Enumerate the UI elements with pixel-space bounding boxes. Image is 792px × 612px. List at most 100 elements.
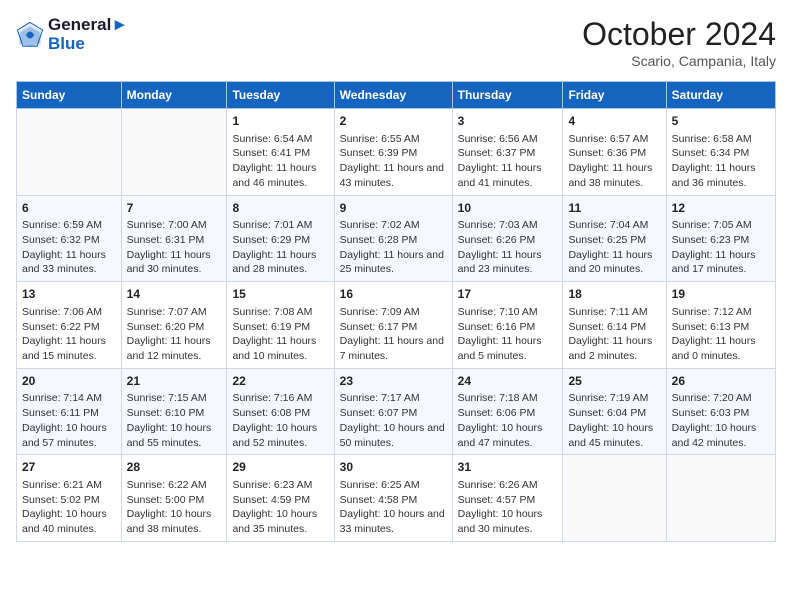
calendar-day-cell: 11Sunrise: 7:04 AM Sunset: 6:25 PM Dayli… <box>563 195 666 282</box>
day-number: 20 <box>22 373 116 390</box>
day-info: Sunrise: 6:54 AM Sunset: 6:41 PM Dayligh… <box>232 132 328 191</box>
day-number: 31 <box>458 459 558 476</box>
day-info: Sunrise: 6:56 AM Sunset: 6:37 PM Dayligh… <box>458 132 558 191</box>
calendar-day-cell: 23Sunrise: 7:17 AM Sunset: 6:07 PM Dayli… <box>334 368 452 455</box>
calendar-day-cell: 29 Sunrise: 6:23 AM Sunset: 4:59 PM Dayli… <box>227 455 334 542</box>
calendar-day-cell <box>563 455 666 542</box>
day-info: Sunrise: 7:20 AM Sunset: 6:03 PM Dayligh… <box>672 391 770 450</box>
calendar-day-cell: 10Sunrise: 7:03 AM Sunset: 6:26 PM Dayli… <box>452 195 563 282</box>
day-info: Sunrise: 6:25 AM Sunset: 4:58 PM Dayligh… <box>340 478 447 537</box>
weekday-header: Sunday <box>17 82 122 109</box>
calendar-day-cell <box>666 455 775 542</box>
calendar-week-row: 6Sunrise: 6:59 AM Sunset: 6:32 PM Daylig… <box>17 195 776 282</box>
calendar-day-cell: 15Sunrise: 7:08 AM Sunset: 6:19 PM Dayli… <box>227 282 334 369</box>
calendar-day-cell <box>17 109 122 196</box>
calendar-day-cell: 1 Sunrise: 6:54 AM Sunset: 6:41 PM Daylig… <box>227 109 334 196</box>
calendar-day-cell: 28 Sunrise: 6:22 AM Sunset: 5:00 PM Dayli… <box>121 455 227 542</box>
day-number: 6 <box>22 200 116 217</box>
day-info: Sunrise: 7:14 AM Sunset: 6:11 PM Dayligh… <box>22 391 116 450</box>
day-number: 19 <box>672 286 770 303</box>
calendar-day-cell: 27Sunrise: 6:21 AM Sunset: 5:02 PM Dayli… <box>17 455 122 542</box>
calendar-day-cell <box>121 109 227 196</box>
day-info: Sunrise: 6:59 AM Sunset: 6:32 PM Dayligh… <box>22 218 116 277</box>
day-number: 28 <box>127 459 222 476</box>
day-number: 21 <box>127 373 222 390</box>
day-number: 2 <box>340 113 447 130</box>
day-number: 1 <box>232 113 328 130</box>
day-number: 3 <box>458 113 558 130</box>
calendar-day-cell: 14 Sunrise: 7:07 AM Sunset: 6:20 PM Dayli… <box>121 282 227 369</box>
calendar-week-row: 13 Sunrise: 7:06 AM Sunset: 6:22 PM Dayli… <box>17 282 776 369</box>
calendar-day-cell: 24Sunrise: 7:18 AM Sunset: 6:06 PM Dayli… <box>452 368 563 455</box>
day-info: Sunrise: 6:23 AM Sunset: 4:59 PM Dayligh… <box>232 478 328 537</box>
day-info: Sunrise: 7:00 AM Sunset: 6:31 PM Dayligh… <box>127 218 222 277</box>
day-number: 12 <box>672 200 770 217</box>
calendar-day-cell: 31 Sunrise: 6:26 AM Sunset: 4:57 PM Dayli… <box>452 455 563 542</box>
day-number: 23 <box>340 373 447 390</box>
day-info: Sunrise: 7:17 AM Sunset: 6:07 PM Dayligh… <box>340 391 447 450</box>
day-info: Sunrise: 7:19 AM Sunset: 6:04 PM Dayligh… <box>568 391 660 450</box>
day-info: Sunrise: 7:11 AM Sunset: 6:14 PM Dayligh… <box>568 305 660 364</box>
calendar-day-cell: 18 Sunrise: 7:11 AM Sunset: 6:14 PM Dayli… <box>563 282 666 369</box>
weekday-header: Saturday <box>666 82 775 109</box>
calendar-body: 1 Sunrise: 6:54 AM Sunset: 6:41 PM Daylig… <box>17 109 776 542</box>
day-number: 13 <box>22 286 116 303</box>
calendar-day-cell: 20Sunrise: 7:14 AM Sunset: 6:11 PM Dayli… <box>17 368 122 455</box>
calendar-day-cell: 13 Sunrise: 7:06 AM Sunset: 6:22 PM Dayli… <box>17 282 122 369</box>
day-number: 14 <box>127 286 222 303</box>
calendar-day-cell: 9Sunrise: 7:02 AM Sunset: 6:28 PM Daylig… <box>334 195 452 282</box>
calendar-day-cell: 22Sunrise: 7:16 AM Sunset: 6:08 PM Dayli… <box>227 368 334 455</box>
calendar-day-cell: 21Sunrise: 7:15 AM Sunset: 6:10 PM Dayli… <box>121 368 227 455</box>
day-info: Sunrise: 7:16 AM Sunset: 6:08 PM Dayligh… <box>232 391 328 450</box>
day-info: Sunrise: 7:03 AM Sunset: 6:26 PM Dayligh… <box>458 218 558 277</box>
calendar-week-row: 1 Sunrise: 6:54 AM Sunset: 6:41 PM Daylig… <box>17 109 776 196</box>
day-number: 8 <box>232 200 328 217</box>
logo: General► Blue <box>16 16 128 53</box>
calendar-day-cell: 12Sunrise: 7:05 AM Sunset: 6:23 PM Dayli… <box>666 195 775 282</box>
calendar-day-cell: 3 Sunrise: 6:56 AM Sunset: 6:37 PM Daylig… <box>452 109 563 196</box>
calendar-day-cell: 19 Sunrise: 7:12 AM Sunset: 6:13 PM Dayli… <box>666 282 775 369</box>
day-number: 9 <box>340 200 447 217</box>
calendar-header-row: SundayMondayTuesdayWednesdayThursdayFrid… <box>17 82 776 109</box>
day-number: 29 <box>232 459 328 476</box>
day-number: 17 <box>458 286 558 303</box>
day-info: Sunrise: 7:12 AM Sunset: 6:13 PM Dayligh… <box>672 305 770 364</box>
day-number: 24 <box>458 373 558 390</box>
weekday-header: Thursday <box>452 82 563 109</box>
day-number: 7 <box>127 200 222 217</box>
calendar-day-cell: 30 Sunrise: 6:25 AM Sunset: 4:58 PM Dayli… <box>334 455 452 542</box>
weekday-header: Monday <box>121 82 227 109</box>
day-info: Sunrise: 7:18 AM Sunset: 6:06 PM Dayligh… <box>458 391 558 450</box>
day-number: 10 <box>458 200 558 217</box>
location: Scario, Campania, Italy <box>582 53 776 69</box>
logo-text: General► Blue <box>48 16 128 53</box>
day-number: 18 <box>568 286 660 303</box>
day-info: Sunrise: 7:06 AM Sunset: 6:22 PM Dayligh… <box>22 305 116 364</box>
day-info: Sunrise: 6:26 AM Sunset: 4:57 PM Dayligh… <box>458 478 558 537</box>
calendar-day-cell: 16Sunrise: 7:09 AM Sunset: 6:17 PM Dayli… <box>334 282 452 369</box>
calendar-day-cell: 2 Sunrise: 6:55 AM Sunset: 6:39 PM Daylig… <box>334 109 452 196</box>
page-header: General► Blue October 2024 Scario, Campa… <box>16 16 776 69</box>
weekday-header: Tuesday <box>227 82 334 109</box>
calendar-day-cell: 25Sunrise: 7:19 AM Sunset: 6:04 PM Dayli… <box>563 368 666 455</box>
day-number: 16 <box>340 286 447 303</box>
month-title: October 2024 <box>582 16 776 53</box>
day-number: 30 <box>340 459 447 476</box>
day-number: 11 <box>568 200 660 217</box>
calendar-day-cell: 5Sunrise: 6:58 AM Sunset: 6:34 PM Daylig… <box>666 109 775 196</box>
day-info: Sunrise: 7:05 AM Sunset: 6:23 PM Dayligh… <box>672 218 770 277</box>
day-number: 25 <box>568 373 660 390</box>
calendar-day-cell: 6Sunrise: 6:59 AM Sunset: 6:32 PM Daylig… <box>17 195 122 282</box>
day-info: Sunrise: 6:55 AM Sunset: 6:39 PM Dayligh… <box>340 132 447 191</box>
calendar-day-cell: 26Sunrise: 7:20 AM Sunset: 6:03 PM Dayli… <box>666 368 775 455</box>
calendar-day-cell: 17 Sunrise: 7:10 AM Sunset: 6:16 PM Dayli… <box>452 282 563 369</box>
day-number: 27 <box>22 459 116 476</box>
day-info: Sunrise: 6:57 AM Sunset: 6:36 PM Dayligh… <box>568 132 660 191</box>
day-info: Sunrise: 6:22 AM Sunset: 5:00 PM Dayligh… <box>127 478 222 537</box>
day-info: Sunrise: 7:02 AM Sunset: 6:28 PM Dayligh… <box>340 218 447 277</box>
calendar-week-row: 20Sunrise: 7:14 AM Sunset: 6:11 PM Dayli… <box>17 368 776 455</box>
day-info: Sunrise: 7:07 AM Sunset: 6:20 PM Dayligh… <box>127 305 222 364</box>
day-info: Sunrise: 7:10 AM Sunset: 6:16 PM Dayligh… <box>458 305 558 364</box>
day-info: Sunrise: 6:58 AM Sunset: 6:34 PM Dayligh… <box>672 132 770 191</box>
day-info: Sunrise: 7:04 AM Sunset: 6:25 PM Dayligh… <box>568 218 660 277</box>
